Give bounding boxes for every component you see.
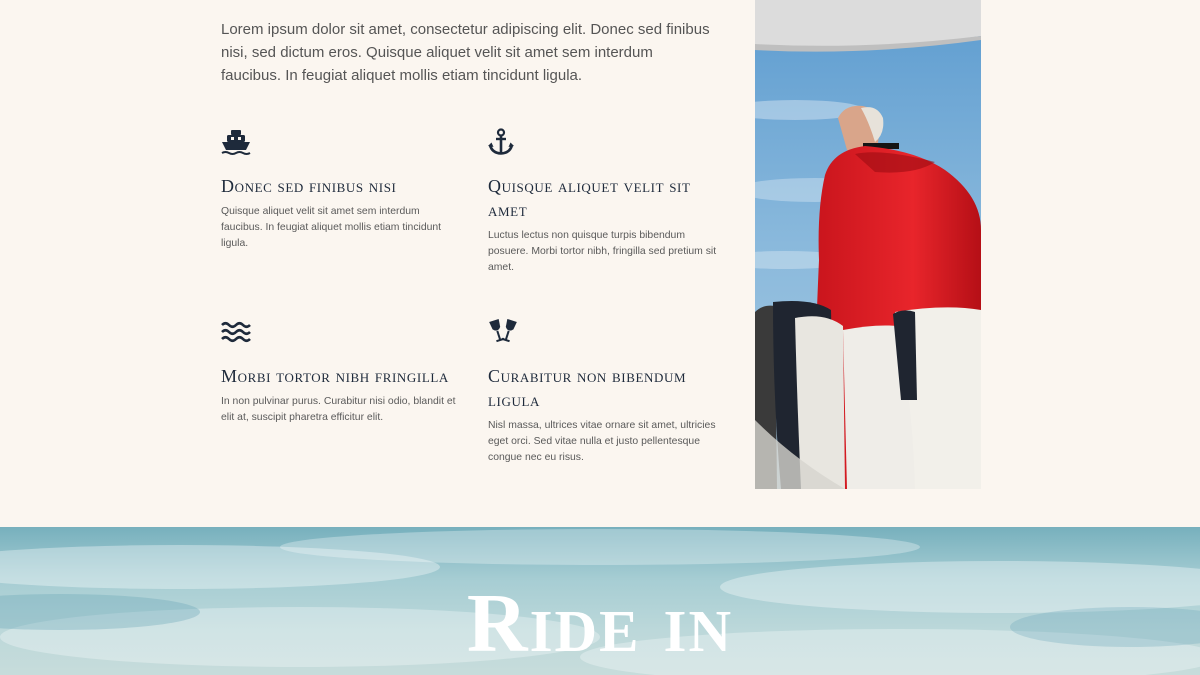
- feature-text: Luctus lectus non quisque turpis bibendu…: [488, 230, 717, 273]
- intro-paragraph: Lorem ipsum dolor sit amet, consectetur …: [221, 21, 710, 84]
- feature-item: Curabitur non bibendum ligula Nisl massa…: [488, 318, 723, 466]
- feature-item: Morbi tortor nibh fringilla In non pulvi…: [221, 318, 456, 426]
- banner-title: Ride in: [466, 577, 734, 670]
- feature-item: Donec sed finibus nisi Quisque aliquet v…: [221, 128, 456, 252]
- captain-photo: [755, 0, 981, 489]
- features-section: Lorem ipsum dolor sit amet, consectetur …: [0, 0, 1200, 527]
- feature-text: Nisl massa, ultrices vitae ornare sit am…: [488, 420, 716, 463]
- wine-glasses-icon: [488, 318, 518, 346]
- anchor-icon: [488, 128, 518, 156]
- feature-text: In non pulvinar purus. Curabitur nisi od…: [221, 396, 456, 423]
- feature-title: Quisque aliquet velit sit amet: [488, 176, 691, 220]
- water-waves-icon: [221, 318, 251, 346]
- feature-title: Donec sed finibus nisi: [221, 176, 397, 196]
- feature-title: Morbi tortor nibh fringilla: [221, 366, 449, 386]
- feature-title: Curabitur non bibendum ligula: [488, 366, 687, 410]
- feature-item: Quisque aliquet velit sit amet Luctus le…: [488, 128, 723, 276]
- feature-text: Quisque aliquet velit sit amet sem inter…: [221, 206, 442, 249]
- page: Lorem ipsum dolor sit amet, consectetur …: [0, 0, 1200, 675]
- ship-icon: [221, 128, 251, 156]
- ride-in-banner: Ride in: [0, 527, 1200, 675]
